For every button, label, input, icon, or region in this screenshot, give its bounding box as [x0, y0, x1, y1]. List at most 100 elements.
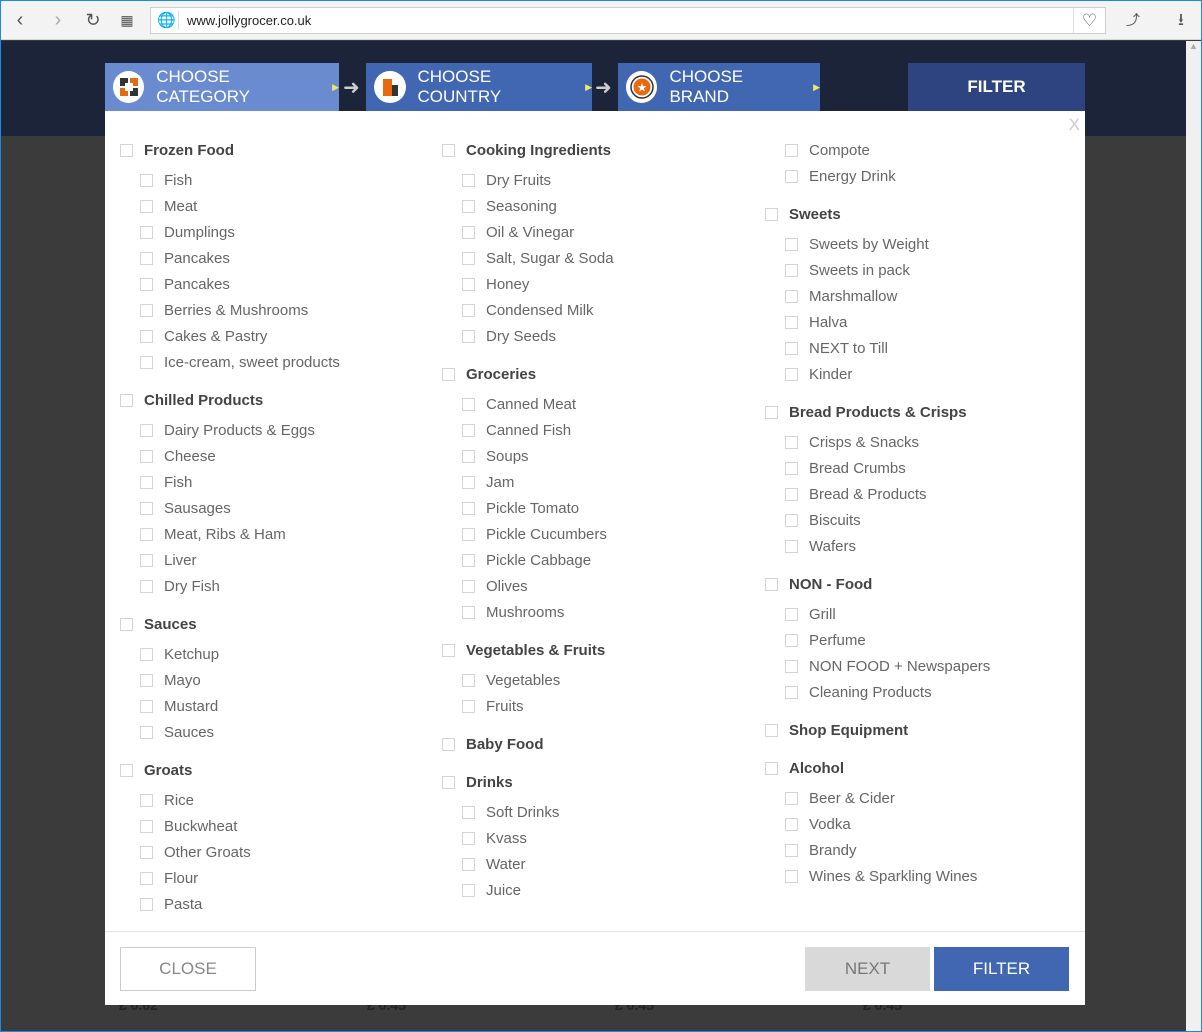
extension-icon[interactable]: ⤴ — [1122, 9, 1144, 31]
subcategory-checkbox[interactable]: Fish — [120, 167, 340, 193]
subcategory-checkbox[interactable]: Olives — [442, 573, 614, 599]
subcategory-checkbox[interactable]: Grill — [765, 601, 990, 627]
tab-choose-brand[interactable]: ★ CHOOSE BRAND ▶ — [618, 63, 820, 111]
subcategory-checkbox[interactable]: Kinder — [765, 361, 990, 387]
subcategory-checkbox[interactable]: Marshmallow — [765, 283, 990, 309]
checkbox[interactable] — [785, 367, 798, 381]
subcategory-checkbox[interactable]: Meat, Ribs & Ham — [120, 521, 340, 547]
checkbox[interactable] — [140, 579, 153, 593]
subcategory-checkbox[interactable]: Pasta — [120, 891, 340, 917]
tab-choose-category[interactable]: CHOOSE CATEGORY ▶ — [105, 63, 339, 111]
checkbox[interactable] — [785, 513, 798, 527]
checkbox[interactable] — [462, 699, 475, 713]
checkbox[interactable] — [140, 199, 153, 213]
subcategory-checkbox[interactable]: Flour — [120, 865, 340, 891]
url-text[interactable]: www.jollygrocer.co.uk — [187, 13, 311, 28]
subcategory-checkbox[interactable]: Compote — [765, 137, 990, 163]
category-checkbox[interactable]: Groats — [120, 757, 340, 783]
subcategory-checkbox[interactable]: Pancakes — [120, 271, 340, 297]
checkbox[interactable] — [462, 857, 475, 871]
checkbox[interactable] — [140, 303, 153, 317]
checkbox[interactable] — [140, 501, 153, 515]
subcategory-checkbox[interactable]: Perfume — [765, 627, 990, 653]
checkbox[interactable] — [462, 397, 475, 411]
category-checkbox[interactable]: Sauces — [120, 611, 340, 637]
grid-icon[interactable]: ▦ — [116, 9, 138, 31]
subcategory-checkbox[interactable]: Honey — [442, 271, 614, 297]
checkbox[interactable] — [140, 355, 153, 369]
checkbox[interactable] — [785, 263, 798, 277]
checkbox[interactable] — [140, 527, 153, 541]
subcategory-checkbox[interactable]: Cakes & Pastry — [120, 323, 340, 349]
checkbox[interactable] — [462, 449, 475, 463]
checkbox[interactable] — [140, 699, 153, 713]
subcategory-checkbox[interactable]: NON FOOD + Newspapers — [765, 653, 990, 679]
forward-icon[interactable]: › — [47, 9, 69, 31]
checkbox[interactable] — [765, 207, 778, 221]
checkbox[interactable] — [462, 605, 475, 619]
checkbox[interactable] — [785, 143, 798, 157]
checkbox[interactable] — [785, 607, 798, 621]
category-checkbox[interactable]: Sweets — [765, 201, 990, 227]
checkbox[interactable] — [140, 449, 153, 463]
checkbox[interactable] — [785, 289, 798, 303]
subcategory-checkbox[interactable]: Dry Fish — [120, 573, 340, 599]
checkbox[interactable] — [442, 737, 455, 751]
subcategory-checkbox[interactable]: Juice — [442, 877, 614, 903]
checkbox[interactable] — [462, 501, 475, 515]
subcategory-checkbox[interactable]: Berries & Mushrooms — [120, 297, 340, 323]
checkbox[interactable] — [785, 461, 798, 475]
subcategory-checkbox[interactable]: Cheese — [120, 443, 340, 469]
category-checkbox[interactable]: Vegetables & Fruits — [442, 637, 614, 663]
checkbox[interactable] — [462, 527, 475, 541]
checkbox[interactable] — [462, 475, 475, 489]
scrollbar[interactable]: ▲ — [1186, 41, 1201, 1031]
category-checkbox[interactable]: NON - Food — [765, 571, 990, 597]
tab-filter[interactable]: FILTER — [908, 63, 1085, 111]
checkbox[interactable] — [140, 277, 153, 291]
checkbox[interactable] — [462, 423, 475, 437]
checkbox[interactable] — [765, 405, 778, 419]
checkbox[interactable] — [120, 617, 133, 631]
subcategory-checkbox[interactable]: Ice-cream, sweet products — [120, 349, 340, 375]
subcategory-checkbox[interactable]: Vodka — [765, 811, 990, 837]
subcategory-checkbox[interactable]: Sweets in pack — [765, 257, 990, 283]
subcategory-checkbox[interactable]: Liver — [120, 547, 340, 573]
subcategory-checkbox[interactable]: Fruits — [442, 693, 614, 719]
subcategory-checkbox[interactable]: Beer & Cider — [765, 785, 990, 811]
checkbox[interactable] — [765, 761, 778, 775]
subcategory-checkbox[interactable]: Vegetables — [442, 667, 614, 693]
subcategory-checkbox[interactable]: Dry Fruits — [442, 167, 614, 193]
checkbox[interactable] — [442, 367, 455, 381]
checkbox[interactable] — [140, 475, 153, 489]
checkbox[interactable] — [785, 487, 798, 501]
close-button[interactable]: CLOSE — [120, 947, 256, 991]
subcategory-checkbox[interactable]: Pancakes — [120, 245, 340, 271]
checkbox[interactable] — [140, 173, 153, 187]
category-checkbox[interactable]: Groceries — [442, 361, 614, 387]
subcategory-checkbox[interactable]: Mushrooms — [442, 599, 614, 625]
subcategory-checkbox[interactable]: Dairy Products & Eggs — [120, 417, 340, 443]
category-checkbox[interactable]: Bread Products & Crisps — [765, 399, 990, 425]
checkbox[interactable] — [462, 277, 475, 291]
checkbox[interactable] — [462, 173, 475, 187]
close-icon[interactable]: X — [1069, 115, 1080, 135]
checkbox[interactable] — [785, 169, 798, 183]
subcategory-checkbox[interactable]: Canned Fish — [442, 417, 614, 443]
subcategory-checkbox[interactable]: Ketchup — [120, 641, 340, 667]
checkbox[interactable] — [462, 329, 475, 343]
checkbox[interactable] — [140, 897, 153, 911]
subcategory-checkbox[interactable]: Kvass — [442, 825, 614, 851]
checkbox[interactable] — [462, 225, 475, 239]
subcategory-checkbox[interactable]: Buckwheat — [120, 813, 340, 839]
checkbox[interactable] — [785, 659, 798, 673]
checkbox[interactable] — [785, 843, 798, 857]
checkbox[interactable] — [785, 817, 798, 831]
back-icon[interactable]: ‹ — [9, 9, 31, 31]
checkbox[interactable] — [462, 883, 475, 897]
checkbox[interactable] — [785, 315, 798, 329]
category-checkbox[interactable]: Alcohol — [765, 755, 990, 781]
subcategory-checkbox[interactable]: Jam — [442, 469, 614, 495]
checkbox[interactable] — [120, 143, 133, 157]
subcategory-checkbox[interactable]: Biscuits — [765, 507, 990, 533]
